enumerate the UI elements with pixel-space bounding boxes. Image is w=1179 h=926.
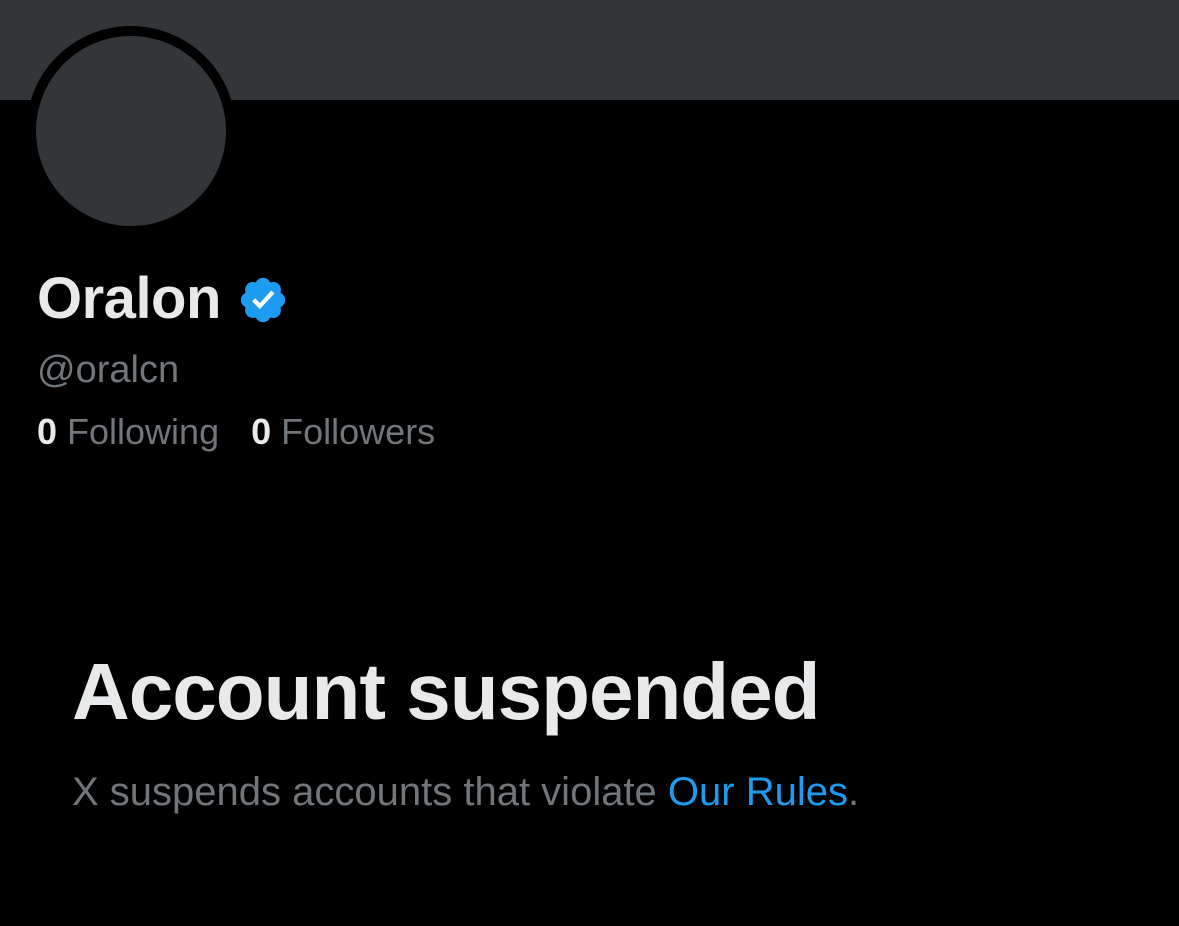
followers-count: 0 <box>251 411 272 452</box>
following-stat[interactable]: 0 Following <box>37 412 219 452</box>
suspension-message-period: . <box>847 770 860 814</box>
profile-stats: 0 Following 0 Followers <box>37 412 435 452</box>
profile-handle: @oralcn <box>37 349 180 391</box>
suspension-message-text: X suspends accounts that violate <box>72 770 668 814</box>
followers-label: Followers <box>281 411 436 452</box>
following-count: 0 <box>37 411 58 452</box>
our-rules-link[interactable]: Our Rules <box>668 770 848 814</box>
avatar[interactable] <box>26 26 236 236</box>
verified-badge-icon[interactable] <box>237 274 289 326</box>
followers-stat[interactable]: 0 Followers <box>251 412 435 452</box>
suspension-title: Account suspended <box>72 647 821 736</box>
suspension-message: X suspends accounts that violate Our Rul… <box>72 770 859 814</box>
following-label: Following <box>67 411 220 452</box>
display-name: Oralon <box>37 266 221 331</box>
profile-name-row: Oralon <box>37 262 289 336</box>
